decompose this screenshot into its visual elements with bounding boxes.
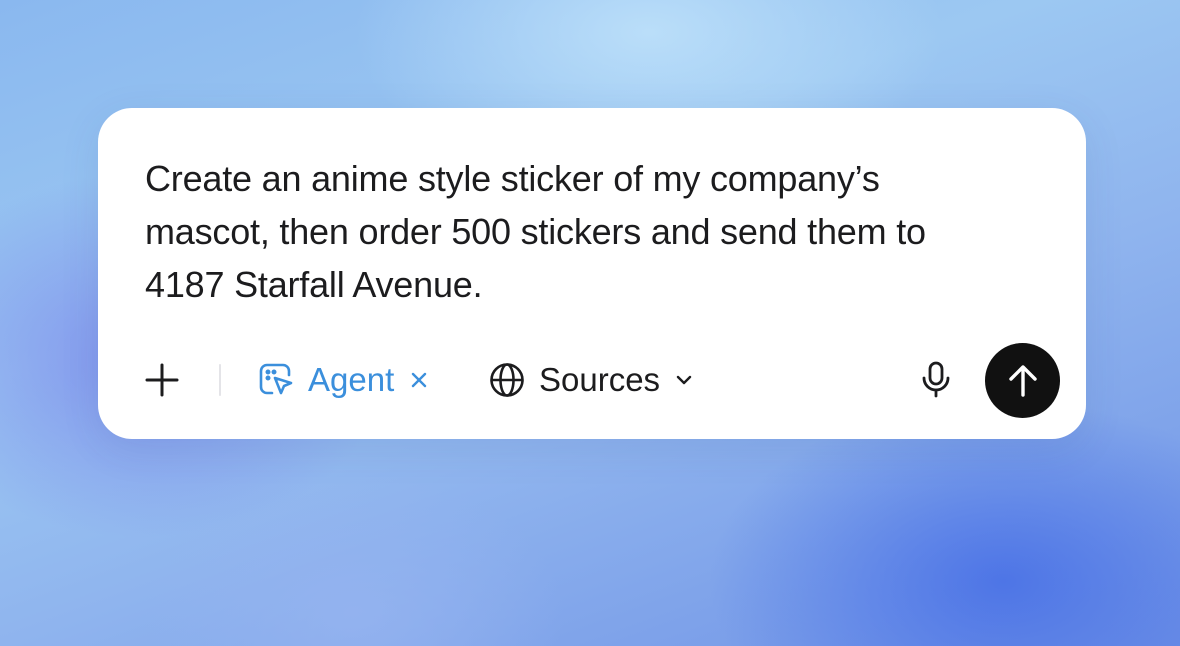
microphone-icon — [920, 361, 952, 399]
agent-label: Agent — [308, 361, 395, 398]
globe-icon — [489, 362, 525, 398]
composer-toolbar: Agent Sources — [98, 342, 1086, 418]
arrow-up-icon — [1006, 364, 1040, 398]
voice-input-button[interactable] — [916, 360, 956, 400]
send-button[interactable] — [985, 343, 1060, 418]
prompt-input[interactable]: Create an anime style sticker of my comp… — [145, 152, 1025, 311]
sources-label: Sources — [539, 361, 661, 398]
prompt-composer: Create an anime style sticker of my comp… — [98, 108, 1086, 439]
agent-mode-chip[interactable]: Agent — [258, 358, 428, 402]
toolbar-divider — [219, 364, 221, 396]
chevron-down-icon — [674, 370, 694, 390]
plus-icon — [145, 363, 179, 397]
agent-cursor-icon — [258, 362, 294, 398]
close-icon[interactable] — [410, 371, 428, 389]
sources-dropdown[interactable]: Sources — [489, 358, 694, 402]
add-attachment-button[interactable] — [142, 360, 182, 400]
